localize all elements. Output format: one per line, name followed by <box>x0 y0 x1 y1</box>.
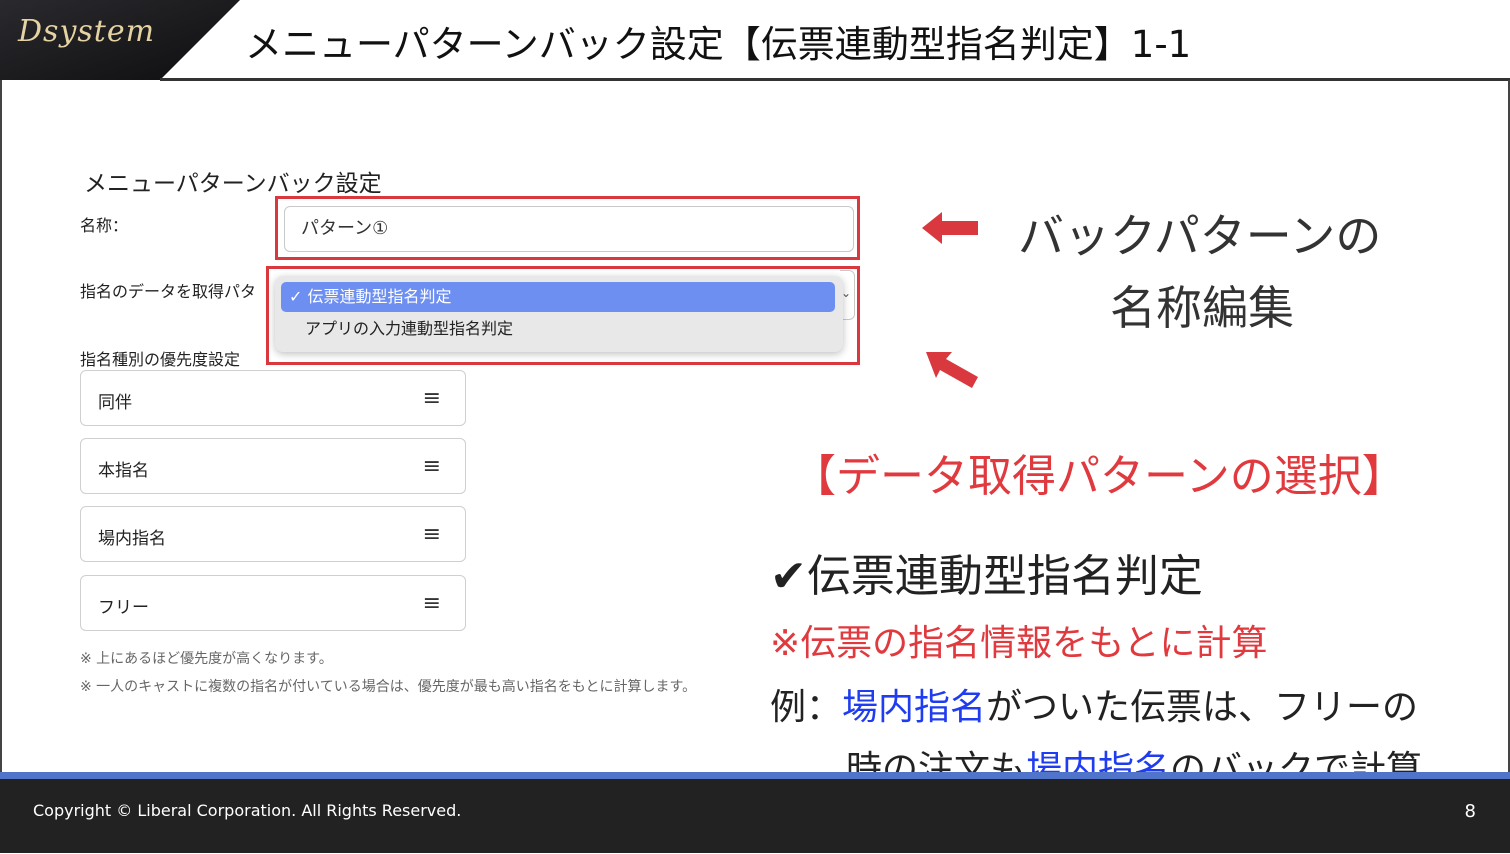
arrow-up-left-icon <box>926 352 978 388</box>
drag-handle-icon[interactable]: ≡ <box>423 386 441 411</box>
example-text: がついた伝票は、フリーの <box>986 687 1419 728</box>
name-label: 名称： <box>80 216 129 235</box>
page-title: メニューパターンバック設定【伝票連動型指名判定】1-1 <box>245 23 1192 66</box>
drag-handle-icon[interactable]: ≡ <box>423 522 441 547</box>
left-border <box>0 80 2 780</box>
arrow-left-icon <box>922 212 978 244</box>
priority-item-free[interactable]: フリー ≡ <box>80 575 466 631</box>
drag-handle-icon[interactable]: ≡ <box>423 454 441 479</box>
footer-stripe <box>0 772 1510 779</box>
data-pattern-label: 指名のデータを取得パタ <box>80 282 257 301</box>
priority-item-jounai[interactable]: 場内指名 ≡ <box>80 506 466 562</box>
priority-note-2: ※ 一人のキャストに複数の指名が付いている場合は、優先度が最も高い指名をもとに計… <box>80 679 697 695</box>
example-prefix: 例： <box>770 687 843 728</box>
priority-item-label: 同伴 <box>98 393 132 413</box>
priority-item-douhan[interactable]: 同伴 ≡ <box>80 370 466 426</box>
logo: Dsystem <box>0 0 240 80</box>
footer: Copyright © Liberal Corporation. All Rig… <box>0 779 1510 853</box>
header: Dsystem メニューパターンバック設定【伝票連動型指名判定】1-1 <box>0 0 1510 81</box>
logo-text: Dsystem <box>18 14 156 49</box>
header-divider <box>160 78 1510 81</box>
drag-handle-icon[interactable]: ≡ <box>423 591 441 616</box>
copyright: Copyright © Liberal Corporation. All Rig… <box>33 801 462 820</box>
annotation-example-line3: します <box>846 811 955 852</box>
annotation-name-edit-2: 名称編集 <box>1110 281 1294 335</box>
annotation-name-edit-1: バックパターンの <box>1018 209 1382 263</box>
annotation-select-heading: 【データ取得パターンの選択】 <box>792 451 1406 502</box>
priority-label: 指名種別の優先度設定 <box>80 350 241 369</box>
annotation-example-line1: 例：場内指名がついた伝票は、フリーの <box>770 678 1418 730</box>
priority-note-1: ※ 上にあるほど優先度が高くなります。 <box>80 651 333 667</box>
priority-item-label: 本指名 <box>98 461 149 481</box>
name-input[interactable]: パターン① <box>284 206 854 252</box>
annotation-calc-note: ※伝票の指名情報をもとに計算 <box>770 623 1268 664</box>
priority-item-label: フリー <box>98 598 149 618</box>
annotation-check-item: ✔伝票連動型指名判定 <box>770 551 1203 602</box>
priority-item-honshimei[interactable]: 本指名 ≡ <box>80 438 466 494</box>
page-number: 8 <box>1464 801 1476 822</box>
dropdown-highlight-box <box>266 266 860 365</box>
example-highlight: 場内指名 <box>842 687 987 728</box>
priority-item-label: 場内指名 <box>98 529 166 549</box>
form-section-title: メニューパターンバック設定 <box>84 171 382 197</box>
